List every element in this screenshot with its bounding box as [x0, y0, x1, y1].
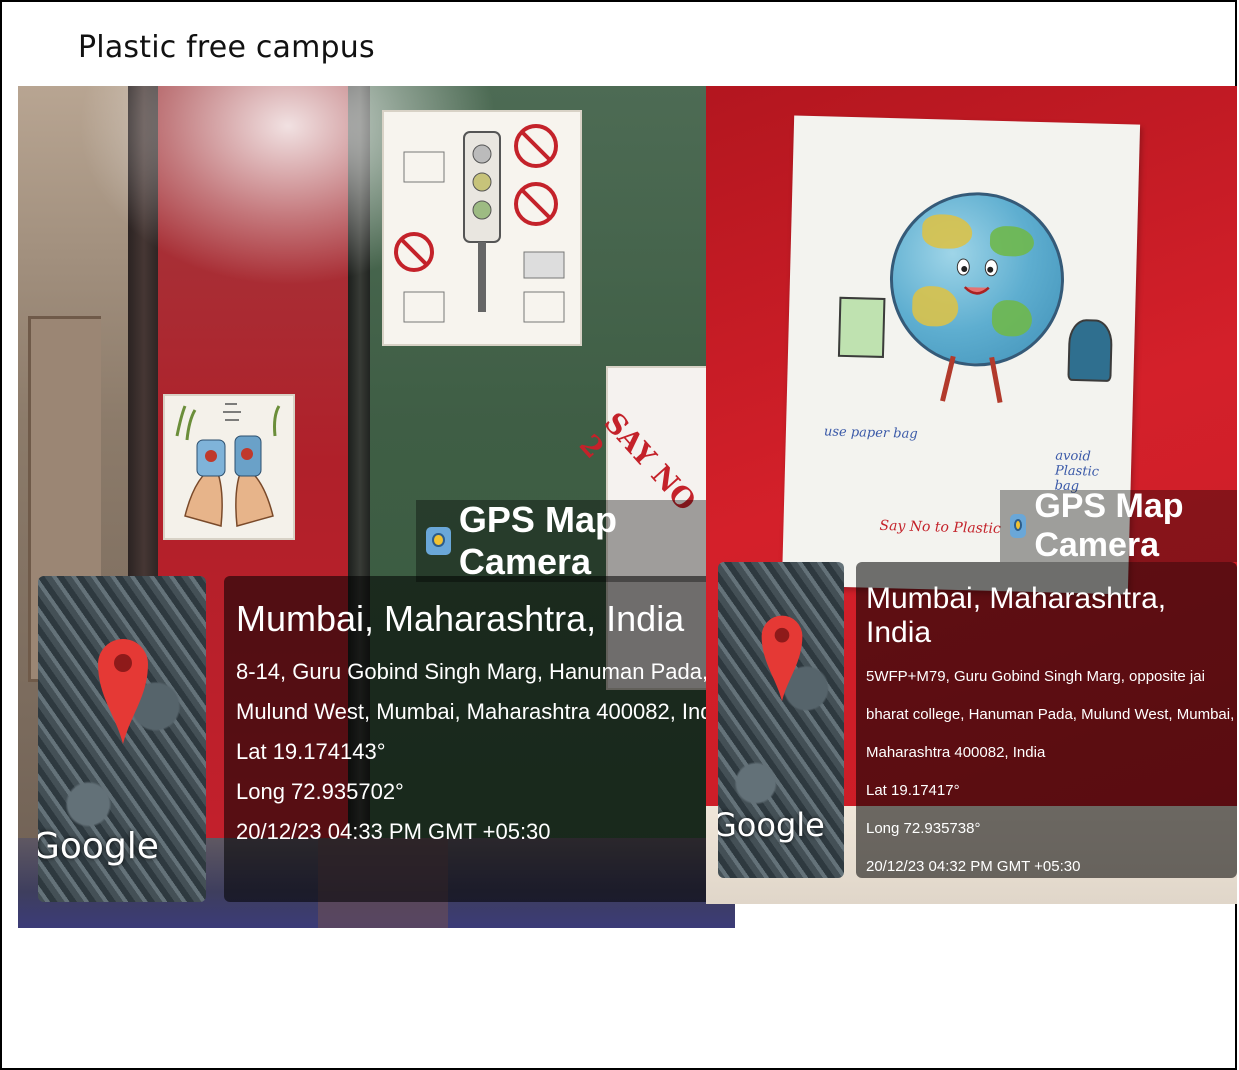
earth-face — [956, 258, 998, 295]
address-line-1: 5WFP+M79, Guru Gobind Singh Marg, opposi… — [866, 668, 1205, 685]
location-info-panel: Mumbai, Maharashtra, India 5WFP+M79, Gur… — [856, 562, 1237, 878]
page-heading: Plastic free campus — [78, 30, 375, 65]
gps-map-camera-brand: GPS Map Camera — [416, 499, 735, 582]
poster-road-safety-drawing — [394, 124, 565, 323]
poster-road-safety — [382, 110, 582, 346]
poster-stop-plastic — [163, 394, 295, 540]
satellite-map-thumbnail: Google — [718, 562, 844, 878]
address-line-1: 8-14, Guru Gobind Singh Marg, Hanuman Pa… — [236, 659, 709, 684]
google-watermark: Google — [38, 826, 159, 867]
address-line-2: Mulund West, Mumbai, Maharashtra 400082,… — [236, 699, 730, 724]
photo-geotagged-1: SAY NO 2 GPS Map Camera Google Mumbai, M… — [18, 86, 735, 928]
google-watermark: Google — [718, 806, 825, 844]
poster-stop-plastic-drawing — [175, 403, 281, 527]
gps-brand-text: GPS Map Camera — [1034, 487, 1184, 564]
poster-label-say-no: Say No to Plastic — [879, 517, 1001, 538]
photo-geotagged-2: use paper bag avoid Plastic bag Say No t… — [706, 86, 1237, 904]
map-pin-icon — [98, 639, 148, 744]
poster-label-paper-bag: use paper bag — [823, 424, 918, 442]
satellite-map-thumbnail: Google — [38, 576, 206, 902]
latitude: Lat 19.17417° — [866, 782, 960, 799]
location-title: Mumbai, Maharashtra, India — [866, 582, 1167, 649]
longitude: Long 72.935738° — [866, 820, 981, 837]
earth-character — [887, 190, 1067, 369]
paper-bag-drawing — [837, 296, 886, 358]
location-title: Mumbai, Maharashtra, India — [236, 598, 685, 639]
address-line-2: bharat college, Hanuman Pada, Mulund Wes… — [866, 706, 1235, 723]
plastic-bag-drawing — [1067, 318, 1113, 382]
address-line-3: Maharashtra 400082, India — [866, 744, 1046, 761]
map-pin-icon — [761, 615, 803, 702]
timestamp: 20/12/23 04:32 PM GMT +05:30 — [866, 858, 1081, 875]
gps-brand-text: GPS Map Camera — [458, 499, 617, 582]
longitude: Long 72.935702° — [236, 779, 404, 804]
latitude: Lat 19.174143° — [236, 739, 386, 764]
timestamp: 20/12/23 04:33 PM GMT +05:30 — [236, 819, 551, 844]
gps-map-camera-brand: GPS Map Camera — [1000, 487, 1237, 564]
location-info-panel: Mumbai, Maharashtra, India 8-14, Guru Go… — [224, 576, 735, 902]
gps-map-camera-logo-icon — [426, 527, 451, 555]
gps-map-camera-logo-icon — [1010, 514, 1027, 538]
